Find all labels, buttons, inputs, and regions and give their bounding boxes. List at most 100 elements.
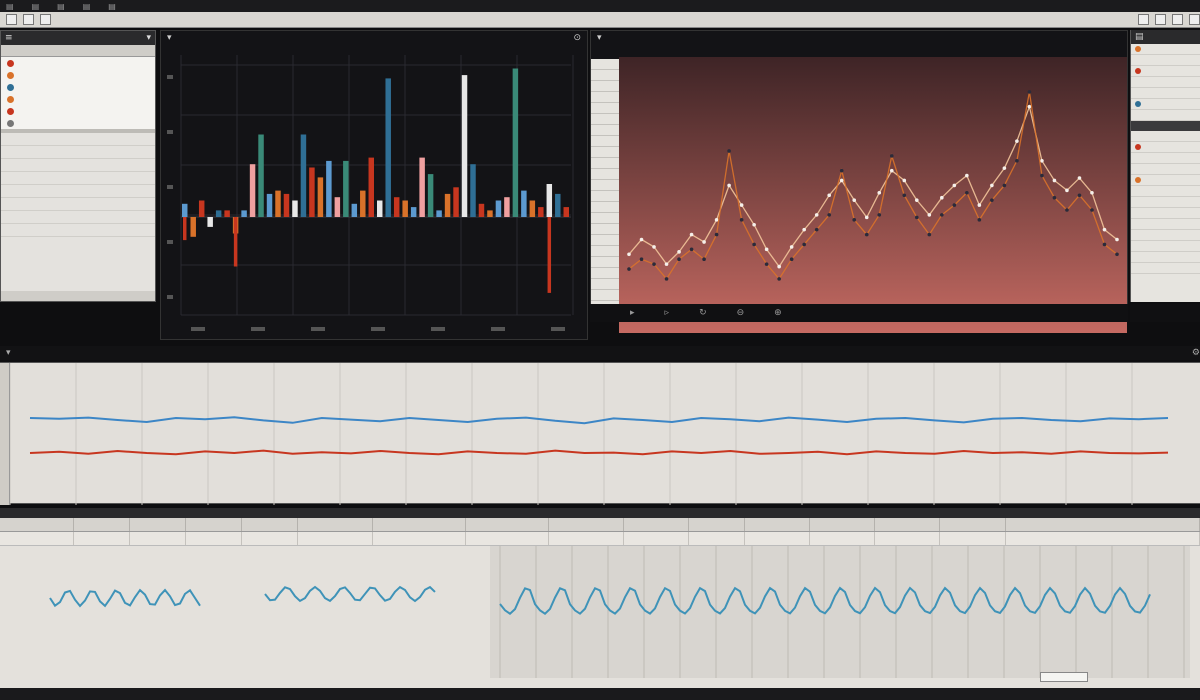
bar	[241, 210, 247, 217]
column-header[interactable]	[466, 518, 550, 531]
column-header[interactable]	[745, 518, 810, 531]
tree-item[interactable]	[1, 93, 155, 105]
data-point	[814, 213, 819, 217]
menu-edit[interactable]: ▤	[32, 2, 40, 11]
forward-icon[interactable]	[23, 14, 34, 25]
property-row[interactable]	[1131, 66, 1200, 77]
property-row[interactable]	[1131, 230, 1200, 241]
property-row[interactable]	[1131, 110, 1200, 121]
bar	[402, 200, 408, 217]
column-header[interactable]	[130, 518, 187, 531]
data-point	[839, 168, 844, 173]
column-header[interactable]	[624, 518, 689, 531]
column-header[interactable]	[875, 518, 941, 531]
panel-menu-icon[interactable]: ▾	[167, 33, 172, 43]
list-item[interactable]	[1, 224, 155, 237]
list-item[interactable]	[1, 172, 155, 185]
tree-item[interactable]	[1, 81, 155, 93]
property-row[interactable]	[1131, 44, 1200, 55]
minimize-icon[interactable]	[1172, 14, 1183, 25]
timeline-settings-icon[interactable]: ⚙	[1192, 348, 1200, 358]
property-row[interactable]	[1131, 263, 1200, 274]
column-header[interactable]	[242, 518, 299, 531]
property-row[interactable]	[1131, 99, 1200, 110]
panel-menu-icon[interactable]: ▾	[597, 33, 602, 43]
tree-item[interactable]	[1, 69, 155, 81]
data-point	[652, 262, 656, 266]
y-tick-label	[167, 185, 173, 189]
data-point	[677, 250, 681, 254]
bar	[538, 207, 544, 217]
data-point	[689, 247, 694, 252]
property-row[interactable]	[1131, 186, 1200, 197]
status-dot-icon	[7, 95, 14, 103]
tree-item[interactable]	[1, 117, 155, 129]
list-item[interactable]	[1, 133, 155, 146]
property-row[interactable]	[1131, 252, 1200, 263]
bar	[233, 217, 238, 267]
loop-icon[interactable]: ↻	[699, 308, 707, 318]
zoom-out-icon[interactable]: ⊖	[737, 308, 745, 318]
column-header[interactable]	[74, 518, 131, 531]
row-label-cell	[591, 59, 619, 70]
menu-file[interactable]: ▤	[6, 2, 14, 11]
line-chart-header: ▾	[591, 31, 1127, 45]
column-header[interactable]	[298, 518, 373, 531]
property-row[interactable]	[1131, 142, 1200, 153]
property-row[interactable]	[1131, 55, 1200, 66]
step-icon[interactable]: ▹	[665, 308, 670, 318]
property-row[interactable]	[1131, 153, 1200, 164]
column-header[interactable]	[1006, 518, 1200, 531]
settings-icon[interactable]	[1155, 14, 1166, 25]
list-item[interactable]	[1, 146, 155, 159]
y-tick-label	[167, 75, 173, 79]
list-item[interactable]	[1, 159, 155, 172]
menu-view[interactable]: ▤	[57, 2, 65, 11]
property-row[interactable]	[1131, 164, 1200, 175]
close-icon[interactable]	[1189, 14, 1200, 25]
property-row[interactable]	[1131, 208, 1200, 219]
column-header[interactable]	[689, 518, 745, 531]
column-header[interactable]	[186, 518, 243, 531]
back-icon[interactable]	[6, 14, 17, 25]
timeline-menu-icon[interactable]: ▾	[6, 348, 11, 358]
property-row[interactable]	[1131, 241, 1200, 252]
menu-tools[interactable]: ▤	[83, 2, 91, 11]
search-icon[interactable]	[1138, 14, 1149, 25]
zoom-in-icon[interactable]: ⊕	[774, 308, 782, 318]
data-point	[714, 232, 719, 237]
column-header[interactable]	[373, 518, 466, 531]
tree-item[interactable]	[1, 105, 155, 117]
x-tick-label	[371, 327, 385, 331]
signal-trace	[29, 416, 1169, 425]
list-item[interactable]	[1, 198, 155, 211]
list-item[interactable]	[1, 211, 155, 224]
tree-item[interactable]	[1, 57, 155, 69]
column-header[interactable]	[0, 518, 75, 531]
column-header[interactable]	[549, 518, 624, 531]
menu-help[interactable]: ▤	[108, 2, 116, 11]
property-row[interactable]	[1131, 77, 1200, 88]
play-icon[interactable]: ▸	[630, 308, 635, 318]
status-button[interactable]	[1040, 672, 1088, 682]
panel-options-icon[interactable]: ▾	[146, 33, 151, 43]
zoom-icon[interactable]: ⊙	[573, 33, 581, 43]
row-label-cell	[591, 246, 619, 257]
column-header[interactable]	[810, 518, 876, 531]
property-row[interactable]	[1131, 131, 1200, 142]
row-label-cell	[591, 235, 619, 246]
property-row[interactable]	[1131, 219, 1200, 230]
bar	[326, 160, 332, 217]
property-row[interactable]	[1131, 175, 1200, 186]
data-point	[789, 257, 794, 261]
column-subheader	[186, 532, 243, 545]
expand-icon[interactable]: ≡	[5, 33, 13, 43]
timeline-track[interactable]	[0, 362, 1200, 505]
property-row[interactable]	[1131, 88, 1200, 99]
browser-subheader	[1, 45, 155, 57]
folder-icon[interactable]	[40, 14, 51, 25]
property-row[interactable]	[1131, 197, 1200, 208]
data-point	[877, 190, 882, 195]
column-header[interactable]	[940, 518, 1006, 531]
list-item[interactable]	[1, 185, 155, 198]
